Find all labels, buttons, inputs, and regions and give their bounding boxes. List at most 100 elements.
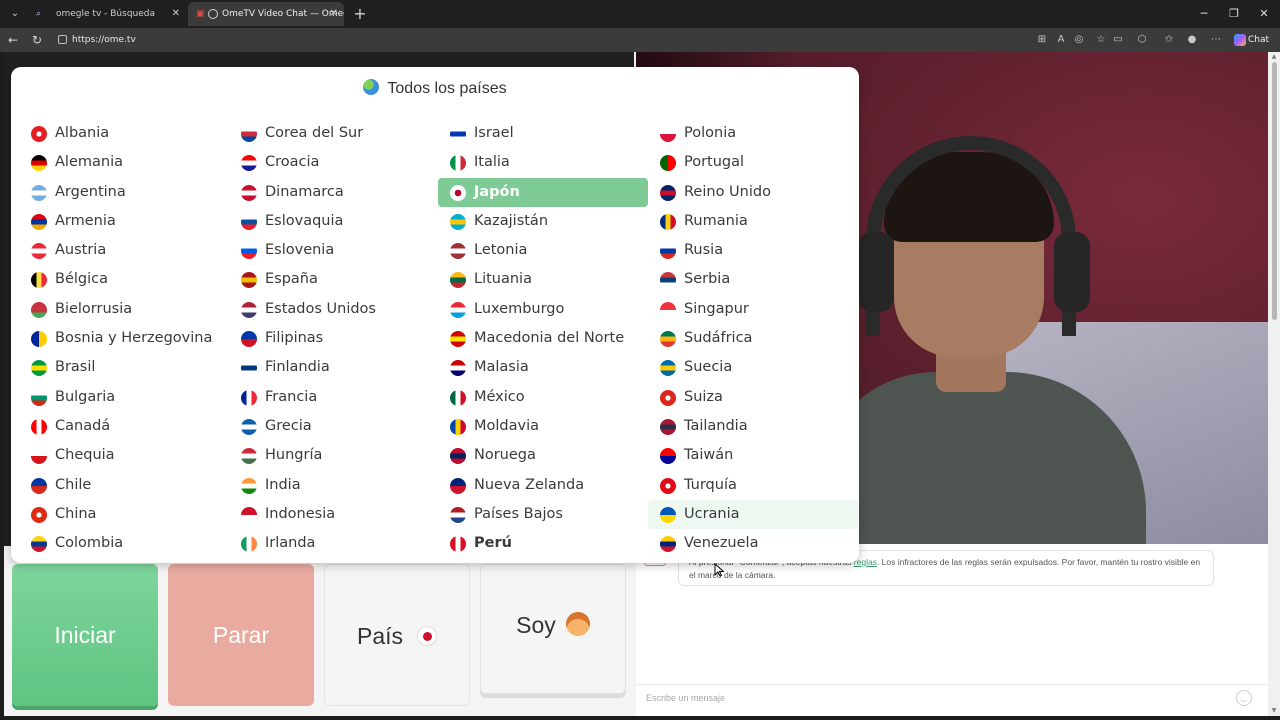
country-option[interactable]: Croacia <box>229 148 439 177</box>
country-option[interactable]: Suiza <box>648 383 858 412</box>
country-option[interactable]: Tailandia <box>648 412 858 441</box>
close-window-icon[interactable]: ✕ <box>1254 4 1274 24</box>
page-scrollbar[interactable]: ▲ ▼ <box>1268 52 1280 716</box>
scroll-up-icon[interactable]: ▲ <box>1270 54 1278 60</box>
reader-mode-icon[interactable]: ⊞ <box>1035 33 1049 47</box>
country-option[interactable]: Eslovenia <box>229 236 439 265</box>
country-option[interactable]: Ucrania <box>648 499 858 530</box>
country-option[interactable]: Macedonia del Norte <box>438 324 648 353</box>
country-option[interactable]: Reino Unido <box>648 178 858 207</box>
country-option[interactable]: Bélgica <box>19 265 229 294</box>
country-option[interactable]: Irlanda <box>229 529 439 558</box>
close-tab-icon[interactable]: ✕ <box>330 2 338 26</box>
country-option[interactable]: Argentina <box>19 178 229 207</box>
country-option[interactable]: Albania <box>19 119 229 148</box>
stop-button[interactable]: Parar <box>168 564 314 706</box>
translate-icon[interactable]: A <box>1054 33 1068 47</box>
country-option[interactable]: Hungría <box>229 441 439 470</box>
country-option[interactable]: Moldavia <box>438 412 648 441</box>
close-tab-icon[interactable]: ✕ <box>172 2 180 26</box>
country-option[interactable]: España <box>229 265 439 294</box>
country-option[interactable]: Eslovaquia <box>229 207 439 236</box>
country-option[interactable]: Malasia <box>438 353 648 382</box>
country-option[interactable]: Sudáfrica <box>648 324 858 353</box>
scroll-thumb[interactable] <box>1272 62 1277 320</box>
country-option[interactable]: Polonia <box>648 119 858 148</box>
country-option[interactable]: Chile <box>19 471 229 500</box>
extensions-icon[interactable]: ⬡ <box>1135 33 1149 47</box>
country-option[interactable]: Finlandia <box>229 353 439 382</box>
country-option[interactable]: Perú <box>438 529 648 558</box>
copilot-chat-button[interactable]: Chat <box>1232 31 1274 49</box>
country-option[interactable]: Grecia <box>229 412 439 441</box>
popup-title[interactable]: Todos los países <box>387 80 506 97</box>
iam-gender-button[interactable]: Soy <box>480 564 626 694</box>
reload-icon[interactable]: ↻ <box>28 31 46 49</box>
camera-in-use-icon[interactable]: ▭ <box>1111 33 1125 47</box>
country-option[interactable]: Venezuela <box>648 529 858 558</box>
url-field[interactable]: https://ome.tv <box>50 30 1230 50</box>
country-option[interactable]: Países Bajos <box>438 500 648 529</box>
country-option[interactable]: Japón <box>438 177 648 207</box>
country-option[interactable]: Dinamarca <box>229 178 439 207</box>
country-option[interactable]: Lituania <box>438 265 648 294</box>
country-option[interactable]: Filipinas <box>229 324 439 353</box>
country-option[interactable]: Estados Unidos <box>229 295 439 324</box>
country-option[interactable]: Alemania <box>19 148 229 177</box>
tracking-icon[interactable]: ◎ <box>1072 33 1086 47</box>
tab-ometv[interactable]: ▣ OmeTV Video Chat — Omegle ✕ <box>188 2 344 26</box>
country-option[interactable]: Brasil <box>19 353 229 382</box>
country-option[interactable]: Serbia <box>648 265 858 294</box>
country-name: Italia <box>474 154 510 171</box>
country-option[interactable]: Indonesia <box>229 500 439 529</box>
flag-icon <box>450 418 466 435</box>
flag-icon <box>241 331 257 348</box>
country-option[interactable]: Noruega <box>438 441 648 470</box>
country-option[interactable]: Kazajistán <box>438 207 648 236</box>
country-option[interactable]: Canadá <box>19 412 229 441</box>
country-option[interactable]: Colombia <box>19 529 229 558</box>
country-option[interactable]: Bosnia y Herzegovina <box>19 324 229 353</box>
country-name: Perú <box>474 535 512 552</box>
minimize-icon[interactable]: ─ <box>1194 4 1214 24</box>
country-option[interactable]: China <box>19 500 229 529</box>
country-option[interactable]: Chequia <box>19 441 229 470</box>
country-option[interactable]: Corea del Sur <box>229 119 439 148</box>
country-option[interactable]: Rusia <box>648 236 858 265</box>
start-button[interactable]: Iniciar <box>12 564 158 706</box>
country-option[interactable]: Bielorrusia <box>19 295 229 324</box>
country-option[interactable]: Francia <box>229 383 439 412</box>
profile-avatar[interactable]: ● <box>1185 33 1199 47</box>
emoji-picker-icon[interactable] <box>1236 690 1252 706</box>
more-menu-icon[interactable]: ⋯ <box>1209 33 1223 47</box>
country-option[interactable]: Letonia <box>438 236 648 265</box>
country-option[interactable]: Nueva Zelanda <box>438 471 648 500</box>
flag-icon <box>450 126 466 142</box>
country-option[interactable]: Bulgaria <box>19 383 229 412</box>
country-option[interactable]: Suecia <box>648 353 858 382</box>
back-icon[interactable]: ← <box>4 31 22 49</box>
country-option[interactable]: Luxemburgo <box>438 295 648 324</box>
media-icon: ▣ <box>196 9 205 19</box>
country-option[interactable]: Taiwán <box>648 441 858 470</box>
tab-actions-menu-icon[interactable]: ⌄ <box>6 5 24 23</box>
restore-icon[interactable]: ❐ <box>1224 4 1244 24</box>
country-button[interactable]: País <box>324 564 470 706</box>
country-option[interactable]: Portugal <box>648 148 858 177</box>
country-option[interactable]: Rumania <box>648 207 858 236</box>
country-option[interactable]: Israel <box>438 119 648 148</box>
country-option[interactable]: Armenia <box>19 207 229 236</box>
country-name: China <box>55 505 97 522</box>
tab-search[interactable]: ⌕ omegle tv - Búsqueda ✕ <box>28 2 186 26</box>
favorite-icon[interactable]: ☆ <box>1094 33 1108 47</box>
country-option[interactable]: Turquía <box>648 471 858 500</box>
country-option[interactable]: Austria <box>19 236 229 265</box>
new-tab-button[interactable]: + <box>350 4 370 24</box>
country-option[interactable]: Italia <box>438 148 648 177</box>
country-option[interactable]: Singapur <box>648 295 858 324</box>
favorites-bar-icon[interactable]: ✩ <box>1162 33 1176 47</box>
message-input[interactable]: Escribe un mensaje <box>646 690 1226 706</box>
scroll-down-icon[interactable]: ▼ <box>1270 708 1278 714</box>
country-option[interactable]: México <box>438 383 648 412</box>
country-option[interactable]: India <box>229 471 439 500</box>
